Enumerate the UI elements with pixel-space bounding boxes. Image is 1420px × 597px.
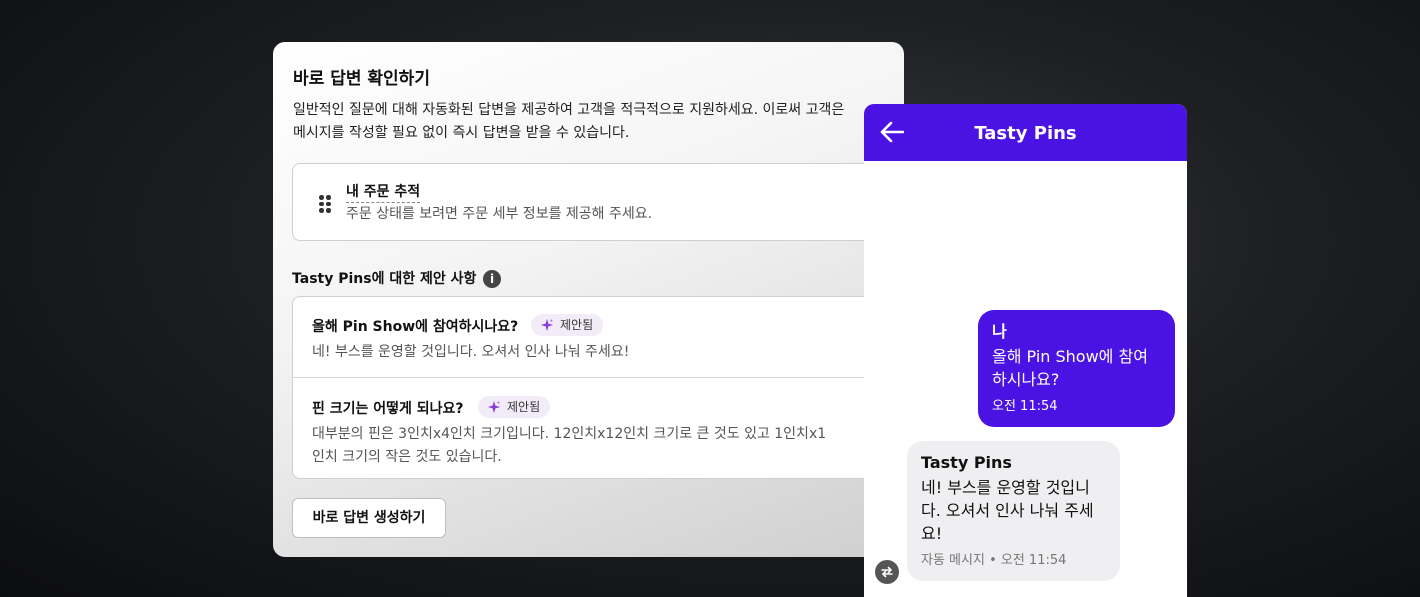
suggested-badge: 제안됨: [531, 314, 604, 336]
sparkle-icon: [487, 400, 501, 414]
outgoing-message: 나 올해 Pin Show에 참여하시나요? 오전 11:54: [978, 310, 1175, 427]
message-sender: 나: [992, 322, 1007, 341]
sparkle-icon: [540, 318, 554, 332]
quick-reply-title: 내 주문 추적: [346, 181, 421, 203]
suggestion-item[interactable]: 핀 크기는 어떻게 되나요? 제안됨 대부분의 핀은 3인치x4인치 크기입니다…: [293, 379, 904, 478]
suggested-badge-label: 제안됨: [507, 400, 541, 414]
quick-reply-subtitle: 주문 상태를 보려면 주문 세부 정보를 제공해 주세요.: [346, 206, 653, 222]
info-icon[interactable]: i: [483, 270, 501, 288]
quick-reply-item[interactable]: 내 주문 추적 주문 상태를 보려면 주문 세부 정보를 제공해 주세요.: [292, 163, 904, 241]
message-time: 오전 11:54: [992, 399, 1058, 414]
suggestion-question: 올해 Pin Show에 참여하시나요?: [312, 319, 519, 335]
drag-handle-icon[interactable]: [319, 195, 331, 213]
suggested-badge: 제안됨: [478, 396, 551, 418]
generate-quick-replies-button[interactable]: 바로 답변 생성하기: [292, 498, 446, 538]
message-time: 자동 메시지 • 오전 11:54: [921, 553, 1067, 568]
chat-preview: Tasty Pins 나 올해 Pin Show에 참여하시나요? 오전 11:…: [864, 104, 1187, 597]
suggestion-question: 핀 크기는 어떻게 되나요?: [312, 401, 464, 417]
suggestion-item[interactable]: 올해 Pin Show에 참여하시나요? 제안됨 네! 부스를 운영할 것입니다…: [293, 297, 904, 378]
card-description: 일반적인 질문에 대해 자동화된 답변을 제공하여 고객을 적극적으로 지원하세…: [293, 102, 845, 141]
auto-reply-icon: [875, 560, 899, 584]
chat-title: Tasty Pins: [974, 123, 1077, 144]
suggestion-answer: 대부분의 핀은 3인치x4인치 크기입니다. 12인치x12인치 크기로 큰 것…: [312, 426, 827, 465]
suggestion-answer: 네! 부스를 운영할 것입니다. 오셔서 인사 나눠 주세요!: [312, 344, 630, 360]
message-text: 올해 Pin Show에 참여하시나요?: [992, 347, 1148, 389]
message-text: 네! 부스를 운영할 것입니다. 오셔서 인사 나눠 주세요!: [921, 478, 1094, 543]
quick-replies-card: 바로 답변 확인하기 일반적인 질문에 대해 자동화된 답변을 제공하여 고객을…: [273, 42, 904, 557]
chat-header: Tasty Pins: [864, 104, 1187, 161]
suggestions-heading: Tasty Pins에 대한 제안 사항: [292, 271, 477, 287]
card-title: 바로 답변 확인하기: [293, 69, 430, 89]
message-sender: Tasty Pins: [921, 453, 1012, 472]
incoming-message: Tasty Pins 네! 부스를 운영할 것입니다. 오셔서 인사 나눠 주세…: [907, 441, 1120, 581]
suggestions-list: 올해 Pin Show에 참여하시나요? 제안됨 네! 부스를 운영할 것입니다…: [292, 296, 904, 479]
suggested-badge-label: 제안됨: [560, 318, 594, 332]
